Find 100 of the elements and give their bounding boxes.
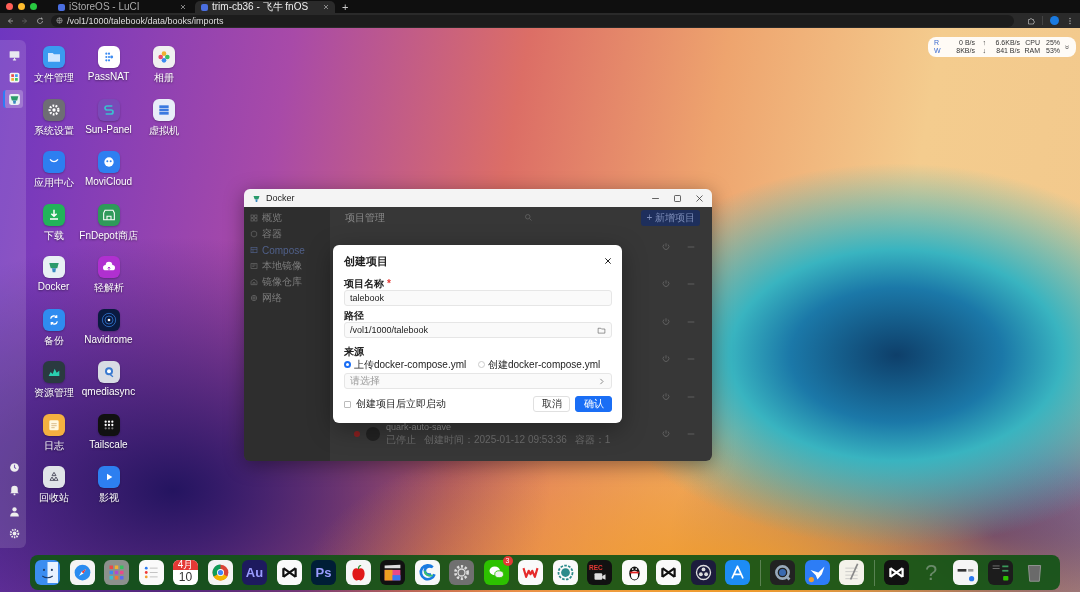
smile-arc-icon[interactable] xyxy=(42,151,65,173)
calendar-icon[interactable]: 4月 10 xyxy=(173,560,198,585)
app-label[interactable]: 轻解析 xyxy=(93,281,124,295)
menu-icon[interactable] xyxy=(1066,16,1074,25)
color-wheel-icon[interactable] xyxy=(207,560,233,585)
list-icon[interactable] xyxy=(138,560,164,585)
app-grid-icon[interactable] xyxy=(104,560,129,585)
lens-icon[interactable] xyxy=(770,560,795,585)
collapse-icon[interactable] xyxy=(1064,44,1070,50)
radio-label[interactable]: 上传docker-compose.yml xyxy=(354,357,467,372)
notepad-icon[interactable] xyxy=(42,413,65,436)
app-label[interactable]: 备份 xyxy=(43,333,64,348)
app-label[interactable]: Sun-Panel xyxy=(85,123,132,135)
server-icon[interactable] xyxy=(152,98,175,121)
storefront-icon[interactable] xyxy=(97,203,120,226)
dashed-ring-icon[interactable] xyxy=(552,560,578,585)
notepad-icon[interactable] xyxy=(839,560,864,585)
lens-icon[interactable] xyxy=(97,361,120,383)
app-label[interactable]: Tailscale xyxy=(89,438,128,450)
app-label[interactable]: 文件管理 xyxy=(33,71,74,85)
sidebar-item[interactable]: 概览 xyxy=(244,210,330,226)
bowtie-icon[interactable] xyxy=(884,560,909,585)
project-name-field[interactable]: talebook xyxy=(344,290,612,306)
tree-emblem-icon[interactable] xyxy=(42,256,65,278)
reload-icon[interactable] xyxy=(36,16,44,25)
new-tab-button[interactable]: + xyxy=(338,1,353,13)
bowtie-icon[interactable] xyxy=(276,560,302,585)
app-label[interactable]: 回收站 xyxy=(38,491,69,505)
app-label[interactable]: 日志 xyxy=(43,438,64,453)
zigzag-icon[interactable] xyxy=(518,560,543,585)
site-info-icon[interactable] xyxy=(56,17,63,24)
browser-tab[interactable]: iStoreOS - LuCI xyxy=(52,1,192,13)
cancel-button[interactable]: 取消 xyxy=(533,396,570,412)
robot-face-icon[interactable] xyxy=(97,151,120,173)
back-icon[interactable] xyxy=(6,16,14,25)
app-label[interactable]: Navidrome xyxy=(84,333,133,345)
minimize-window-button[interactable] xyxy=(18,3,25,10)
bird-icon[interactable] xyxy=(804,560,830,585)
close-window-button[interactable] xyxy=(6,3,13,10)
dot-cluster-icon[interactable] xyxy=(97,46,120,68)
clapperboard-icon[interactable] xyxy=(380,560,405,585)
face-icon[interactable] xyxy=(35,560,60,585)
app-label[interactable]: FnDepot商店 xyxy=(79,228,138,243)
radio-label[interactable]: 创建docker-compose.yml xyxy=(488,357,601,372)
app-label[interactable]: 系统设置 xyxy=(33,123,74,138)
swirl-icon[interactable] xyxy=(414,560,440,585)
maximize-window-button[interactable] xyxy=(30,3,37,10)
dot-grid-icon[interactable] xyxy=(97,413,120,436)
bowtie-icon[interactable] xyxy=(656,560,681,585)
window-thumbnail[interactable] xyxy=(953,560,978,585)
cloud-upload-icon[interactable] xyxy=(97,256,120,278)
day-label: 10 xyxy=(178,570,193,584)
radio-button[interactable] xyxy=(344,361,351,368)
checkbox[interactable] xyxy=(344,400,351,408)
gear-icon[interactable] xyxy=(42,98,65,121)
orb-icon[interactable] xyxy=(690,560,716,585)
folder-icon[interactable] xyxy=(42,46,65,68)
download-icon[interactable] xyxy=(42,203,65,226)
path-field[interactable]: /vol1/1000/talebook xyxy=(350,325,429,335)
radio-button[interactable] xyxy=(478,361,485,368)
window-thumbnail[interactable] xyxy=(987,560,1013,585)
apple-icon[interactable] xyxy=(345,560,371,585)
sidebar-item[interactable]: 本地镜像 xyxy=(244,258,330,274)
gear-icon[interactable] xyxy=(449,560,474,585)
address-field[interactable]: /vol1/1000/talebook/data/books/imports xyxy=(51,14,1014,27)
flower-icon[interactable] xyxy=(152,46,175,68)
sidebar-item[interactable]: 容器 xyxy=(244,226,330,242)
app-label[interactable]: 下载 xyxy=(43,228,64,243)
app-label[interactable]: 影视 xyxy=(98,491,119,505)
compass-icon[interactable] xyxy=(69,560,95,585)
app-label[interactable]: PassNAT xyxy=(87,71,130,82)
avatar[interactable] xyxy=(1050,16,1059,25)
cube-icon xyxy=(250,230,258,238)
app-label[interactable]: Docker xyxy=(37,281,70,292)
month-label: 4月 xyxy=(173,560,198,570)
app-label[interactable]: 应用中心 xyxy=(33,176,74,190)
app-label[interactable]: 相册 xyxy=(153,71,174,85)
image-icon xyxy=(250,262,258,270)
play-icon[interactable] xyxy=(97,466,120,488)
checkbox-label[interactable]: 创建项目后立即启动 xyxy=(356,397,528,411)
confirm-button[interactable]: 确认 xyxy=(575,396,612,412)
app-label[interactable]: qmediasync xyxy=(81,386,136,397)
s-curve-icon[interactable] xyxy=(97,98,120,121)
browser-tab[interactable]: trim-cb36 - 飞牛 fnOS xyxy=(195,1,335,13)
app-icon[interactable]: Au xyxy=(242,560,267,585)
maximize-icon[interactable] xyxy=(673,193,682,203)
close-icon[interactable] xyxy=(604,257,612,265)
sidebar-item[interactable]: 镜像仓库 xyxy=(244,274,330,290)
add-project-button[interactable]: + 新增项目 xyxy=(641,209,700,226)
chart-icon[interactable] xyxy=(42,361,65,383)
tree-emblem-icon[interactable] xyxy=(3,90,23,108)
field-label: 路径 xyxy=(344,310,364,322)
penguin-icon[interactable] xyxy=(621,560,647,585)
app-label[interactable]: MoviCloud xyxy=(84,176,133,187)
app-icon[interactable]: Ps xyxy=(311,560,336,585)
puzzle-icon[interactable] xyxy=(1027,16,1035,25)
triangle-lines-icon[interactable] xyxy=(725,560,750,585)
app-label[interactable]: 资源管理 xyxy=(33,386,74,400)
sync-icon[interactable] xyxy=(42,308,65,331)
app-label[interactable]: 虚拟机 xyxy=(148,123,179,138)
